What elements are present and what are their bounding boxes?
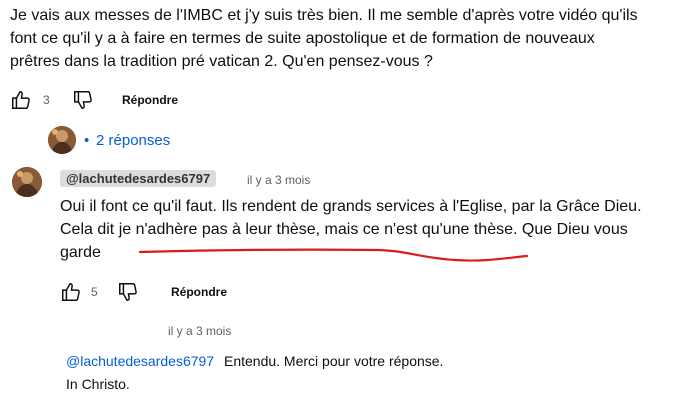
like-count: 5 [91,285,98,299]
reply-line: In Christo. [66,376,130,392]
thumbs-down-icon[interactable] [117,281,139,308]
reply-button[interactable]: Répondre [122,93,178,107]
top-comment-actions: 3 Répondre [10,89,210,111]
reply-author-handle[interactable]: @lachutedesardes6797 [60,170,217,187]
replies-toggle-label[interactable]: 2 réponses [96,132,170,149]
reply-button[interactable]: Répondre [171,285,227,299]
thumbs-up-icon[interactable] [10,89,32,116]
reply-body: Entendu. Merci pour votre réponse. [223,353,444,369]
replies-toggle-row[interactable]: • 2 réponses [48,126,248,156]
replies-toggle-bullet: • [84,132,90,149]
top-comment-text: Je vais aux messes de l'IMBC et j'y suis… [10,4,670,73]
reply-text: @lachutedesardes6797 Entendu. Merci pour… [66,350,443,373]
top-comment-line: font ce qu'il y a à faire en termes de s… [10,30,595,47]
top-comment-line: prêtres dans la tradition pré vatican 2.… [10,53,433,70]
reply-timestamp[interactable]: il y a 3 mois [247,173,310,187]
reply-timestamp[interactable]: il y a 3 mois [168,324,231,338]
reply-line: Oui il font ce qu'il faut. Ils rendent d… [60,198,642,215]
like-count: 3 [43,93,50,107]
thumbs-up-icon[interactable] [60,281,82,308]
top-comment-line: Je vais aux messes de l'IMBC et j'y suis… [10,7,638,24]
reply-line: Cela dit je n'adhère pas à leur thèse, m… [60,221,628,238]
reply-mention-link[interactable]: @lachutedesardes6797 [66,353,214,369]
avatar [48,126,76,154]
thumbs-down-icon[interactable] [72,89,94,116]
avatar [12,167,42,197]
reply-actions: 5 Répondre [60,281,260,303]
red-underline-annotation [138,248,529,262]
